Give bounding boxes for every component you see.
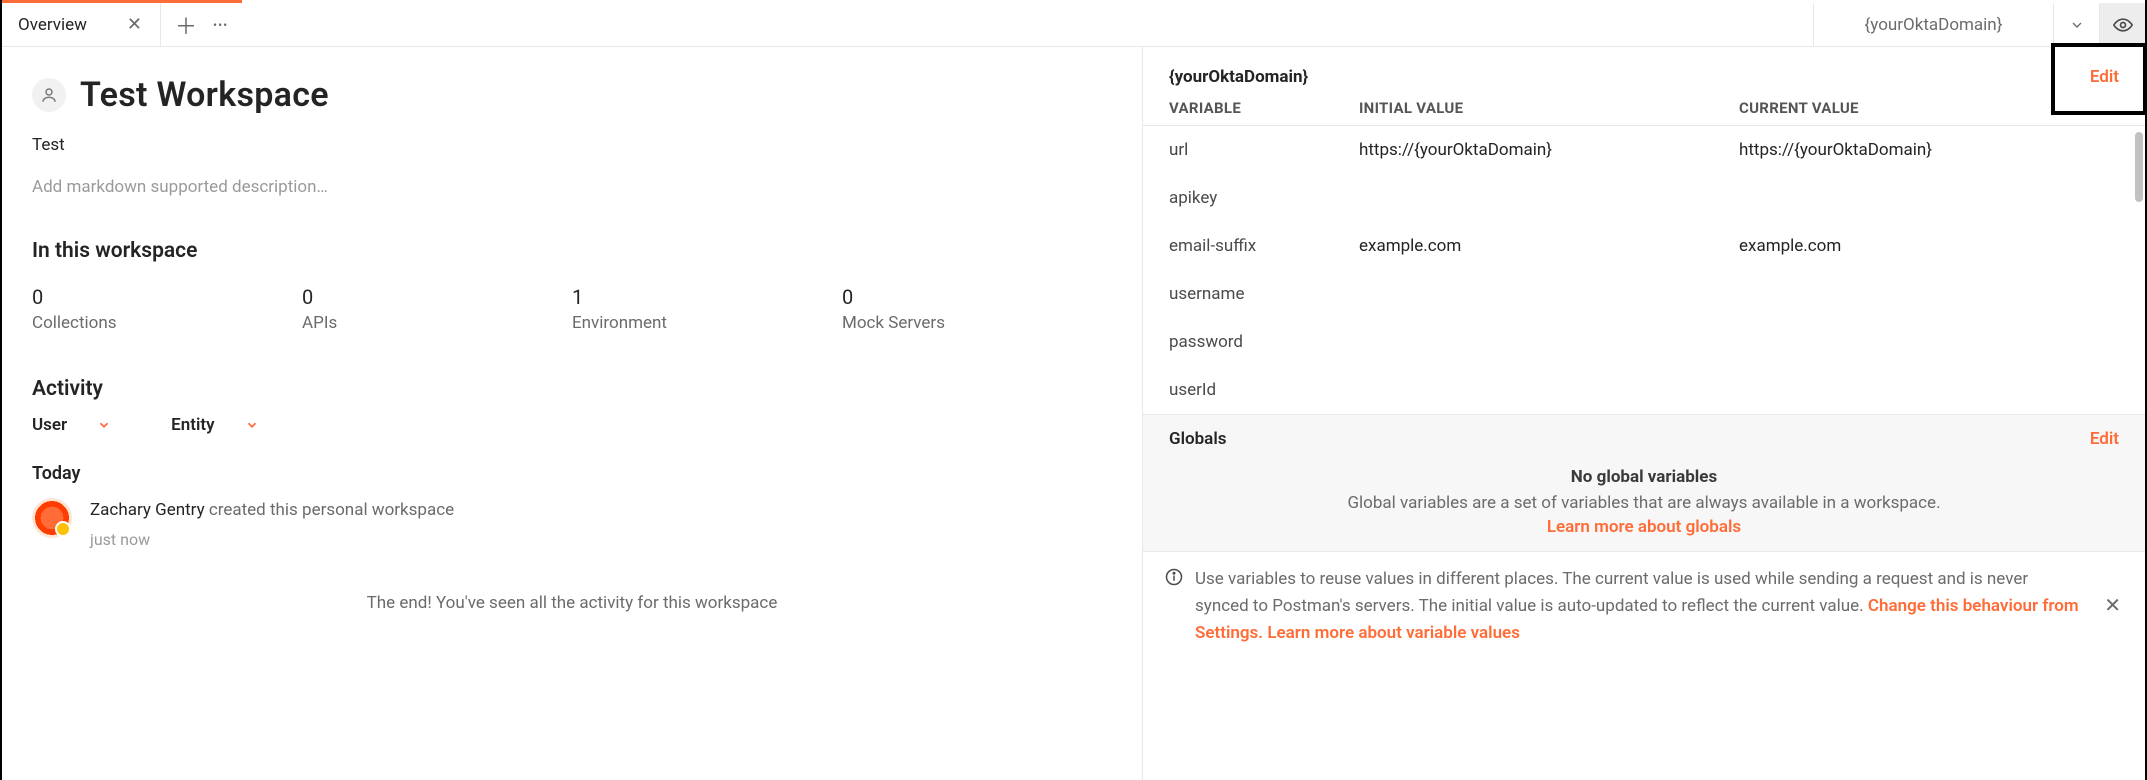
filter-entity-label: Entity	[171, 415, 214, 435]
th-initial: INITIAL VALUE	[1359, 99, 1739, 117]
th-current: CURRENT VALUE	[1739, 99, 2119, 117]
env-table: urlhttps://{yourOktaDomain}https://{your…	[1143, 125, 2145, 414]
workspace-subtitle: Test	[32, 135, 1112, 155]
table-row[interactable]: userId	[1143, 366, 2145, 414]
stat-environment[interactable]: 1Environment	[572, 285, 842, 333]
table-row[interactable]: email-suffixexample.comexample.com	[1143, 222, 2145, 270]
stat-collections[interactable]: 0Collections	[32, 285, 302, 333]
environment-caret[interactable]	[2053, 3, 2099, 46]
tab-label: Overview	[18, 15, 87, 35]
chevron-down-icon	[97, 418, 111, 432]
user-avatar[interactable]	[32, 498, 72, 538]
table-row[interactable]: password	[1143, 318, 2145, 366]
filter-entity[interactable]: Entity	[171, 415, 258, 435]
globals-section: Globals Edit No global variables Global …	[1143, 414, 2145, 551]
footer-text: Use variables to reuse values in differe…	[1195, 566, 2085, 648]
dismiss-footer-icon[interactable]: ✕	[2104, 589, 2121, 621]
environment-quick-look-icon[interactable]	[2099, 3, 2145, 46]
workspace-avatar	[32, 78, 66, 112]
workspace-title: Test Workspace	[80, 75, 329, 115]
stat-mock-servers[interactable]: 0Mock Servers	[842, 285, 1112, 333]
activity-end: The end! You've seen all the activity fo…	[32, 593, 1112, 613]
tab-overview[interactable]: Overview ✕	[2, 3, 161, 46]
th-variable: VARIABLE	[1169, 99, 1359, 117]
globals-empty-text: Global variables are a set of variables …	[1183, 491, 2105, 517]
environment-selector[interactable]: {yourOktaDomain}	[1813, 3, 2053, 46]
activity-group-today: Today	[32, 463, 1112, 484]
activity-item: Zachary Gentry created this personal wor…	[32, 498, 1112, 549]
scrollbar[interactable]	[2133, 132, 2145, 408]
activity-time: just now	[90, 530, 454, 549]
globals-empty-title: No global variables	[1183, 467, 2105, 487]
workspace-description-placeholder[interactable]: Add markdown supported description…	[32, 177, 1112, 197]
filter-user[interactable]: User	[32, 415, 111, 435]
info-icon	[1165, 568, 1183, 595]
table-row[interactable]: apikey	[1143, 174, 2145, 222]
env-table-header: VARIABLE INITIAL VALUE CURRENT VALUE	[1143, 97, 2145, 125]
edit-globals-link[interactable]: Edit	[2090, 429, 2119, 449]
env-panel-title: {yourOktaDomain}	[1169, 67, 1308, 87]
in-this-workspace-heading: In this workspace	[32, 239, 1112, 263]
new-tab-icon[interactable]: ＋	[175, 9, 197, 41]
edit-environment-link[interactable]: Edit	[2090, 67, 2119, 87]
stat-apis[interactable]: 0APIs	[302, 285, 572, 333]
scrollbar-thumb[interactable]	[2135, 132, 2143, 202]
tab-actions: ＋ •••	[161, 3, 228, 46]
learn-globals-link[interactable]: Learn more about globals	[1547, 517, 1741, 537]
tab-bar: Overview ✕ ＋ ••• {yourOktaDomain}	[2, 3, 2145, 47]
env-quicklook-panel: {yourOktaDomain} Edit VARIABLE INITIAL V…	[1142, 47, 2145, 780]
globals-heading: Globals	[1169, 429, 1226, 449]
chevron-down-icon	[245, 418, 259, 432]
activity-text: Zachary Gentry created this personal wor…	[90, 498, 454, 524]
activity-heading: Activity	[32, 377, 1112, 401]
tab-overflow-icon[interactable]: •••	[213, 18, 228, 32]
workspace-overview: Test Workspace Test Add markdown support…	[2, 47, 1142, 780]
learn-variable-values-link[interactable]: Learn more about variable values	[1267, 623, 1520, 643]
table-row[interactable]: username	[1143, 270, 2145, 318]
close-tab-icon[interactable]: ✕	[127, 16, 142, 34]
variables-info-footer: Use variables to reuse values in differe…	[1143, 551, 2145, 660]
filter-user-label: User	[32, 415, 67, 435]
table-row[interactable]: urlhttps://{yourOktaDomain}https://{your…	[1143, 126, 2145, 174]
